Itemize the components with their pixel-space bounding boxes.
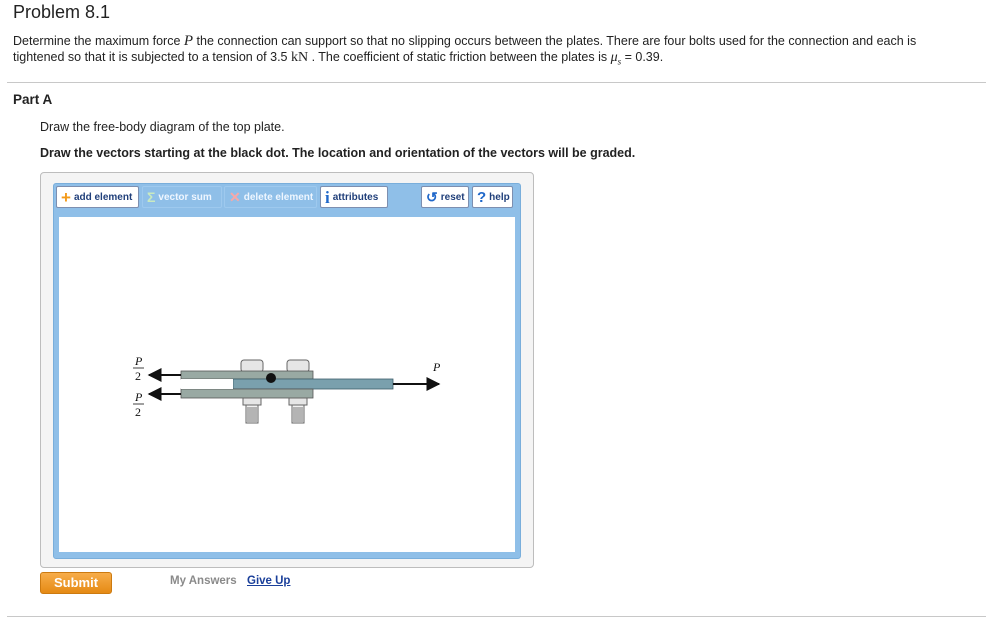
svg-text:P: P — [134, 390, 143, 404]
sigma-icon: Σ — [147, 189, 156, 205]
delete-element-label: delete element — [243, 191, 314, 203]
add-element-label: add element — [73, 191, 133, 203]
divider — [7, 616, 986, 617]
outer-plate-top — [180, 370, 314, 380]
mu-symbol: μ — [610, 50, 618, 65]
bolt-head — [286, 359, 310, 373]
attributes-button[interactable]: i attributes — [320, 186, 388, 208]
problem-title: Problem 8.1 — [13, 2, 111, 22]
reset-label: reset — [440, 191, 465, 203]
svg-text:P: P — [134, 354, 143, 368]
x-icon: ✕ — [229, 189, 241, 205]
statement-text: tightened so that it is subjected to a t… — [13, 50, 291, 64]
help-label: help — [489, 191, 510, 203]
part-label: Part A — [13, 92, 53, 107]
drawing-canvas[interactable]: P 2 P 2 P — [59, 217, 515, 552]
label-p-half-bottom: P 2 — [133, 390, 144, 419]
info-icon: i — [325, 187, 330, 207]
unit-kn: kN — [290, 50, 309, 65]
statement-text: Determine the maximum force — [13, 34, 184, 48]
outer-plate-bottom — [180, 388, 314, 399]
reset-button[interactable]: ↺ reset — [421, 186, 469, 208]
instruction: Draw the free-body diagram of the top pl… — [40, 120, 285, 134]
bolt-nut — [242, 397, 262, 424]
add-element-button[interactable]: + add element — [56, 186, 139, 208]
origin-dot[interactable] — [266, 373, 276, 383]
svg-text:2: 2 — [135, 405, 141, 419]
divider — [7, 82, 986, 83]
my-answers-link[interactable]: My Answers — [170, 575, 237, 587]
help-button[interactable]: ? help — [472, 186, 513, 208]
label-p-half-top: P 2 — [133, 354, 144, 383]
delete-element-button[interactable]: ✕ delete element — [224, 186, 317, 208]
force-symbol: P — [183, 33, 194, 49]
svg-text:2: 2 — [135, 369, 141, 383]
statement-text: = 0.39. — [621, 50, 664, 64]
vector-sum-label: vector sum — [158, 191, 212, 203]
tool-frame: + add element Σ vector sum ✕ delete elem… — [53, 183, 521, 559]
bolt-nut — [288, 397, 308, 424]
reset-icon: ↺ — [426, 189, 438, 205]
bolt-head — [240, 359, 264, 373]
give-up-link[interactable]: Give Up — [247, 575, 290, 587]
bolted-plates-figure: P 2 P 2 P — [133, 354, 441, 424]
statement-text: . The coefficient of static friction bet… — [308, 50, 611, 64]
vector-sum-button[interactable]: Σ vector sum — [142, 186, 222, 208]
attributes-label: attributes — [332, 191, 379, 203]
instruction-bold: Draw the vectors starting at the black d… — [40, 146, 636, 160]
middle-plate — [232, 378, 394, 390]
label-p: P — [432, 360, 441, 374]
question-icon: ? — [477, 188, 487, 206]
plus-icon: + — [61, 187, 71, 207]
problem-statement: Determine the maximum force P the connec… — [13, 33, 973, 70]
statement-text: the connection can support so that no sl… — [193, 34, 917, 48]
submit-button[interactable]: Submit — [40, 572, 112, 594]
drawing-tool: + add element Σ vector sum ✕ delete elem… — [40, 172, 534, 568]
